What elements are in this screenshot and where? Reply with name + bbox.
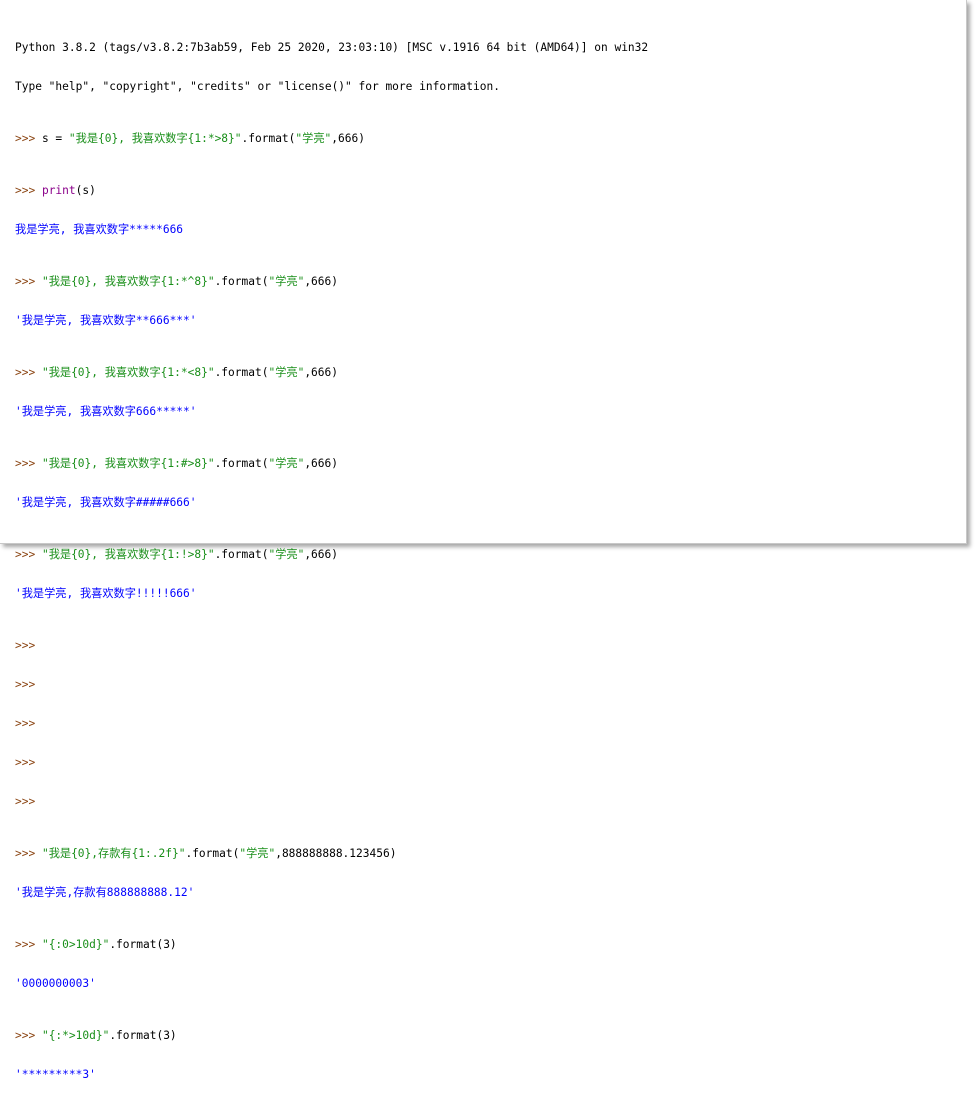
string-literal: "我是{0}, 我喜欢数字{1:*<8}" xyxy=(41,366,215,379)
input-line: >>> "我是{0},存款有{1:.2f}".format("学亮",88888… xyxy=(15,847,956,860)
string-literal: "{:*>10d}" xyxy=(41,1029,110,1042)
prompt: >>> xyxy=(15,366,42,379)
string-literal: "学亮" xyxy=(268,275,305,288)
code-text: s = xyxy=(41,132,69,145)
string-literal: "学亮" xyxy=(239,847,276,860)
output-line: '我是学亮, 我喜欢数字#####666' xyxy=(15,496,197,509)
code-text: (s) xyxy=(75,184,96,197)
banner-line-2: Type "help", "copyright", "credits" or "… xyxy=(15,80,500,93)
empty-prompt-line: >>> xyxy=(15,795,956,808)
code-text: .format( xyxy=(214,366,269,379)
string-literal: "{:0>10d}" xyxy=(41,938,110,951)
output-line: '我是学亮,存款有888888888.12' xyxy=(15,886,195,899)
prompt: >>> xyxy=(15,678,42,691)
prompt: >>> xyxy=(15,639,42,652)
code-text: ,666) xyxy=(304,366,338,379)
prompt: >>> xyxy=(15,132,42,145)
string-literal: "我是{0}, 我喜欢数字{1:#>8}" xyxy=(41,457,215,470)
prompt: >>> xyxy=(15,1029,42,1042)
code-text: .format( xyxy=(214,275,269,288)
code-text: ,666) xyxy=(304,457,338,470)
output-line: '我是学亮, 我喜欢数字!!!!!666' xyxy=(15,587,197,600)
empty-prompt-line: >>> xyxy=(15,639,956,652)
string-literal: "我是{0}, 我喜欢数字{1:*>8}" xyxy=(68,132,242,145)
builtin-keyword: print xyxy=(41,184,76,197)
output-line: 我是学亮, 我喜欢数字*****666 xyxy=(15,223,184,236)
code-text: .format(3) xyxy=(109,938,177,951)
string-literal: "学亮" xyxy=(295,132,332,145)
input-line: >>> print(s) xyxy=(15,184,956,197)
output-line: '0000000003' xyxy=(15,977,96,990)
prompt: >>> xyxy=(15,847,42,860)
input-line: >>> "{:0>10d}".format(3) xyxy=(15,938,956,951)
code-text: ,888888888.123456) xyxy=(275,847,397,860)
prompt: >>> xyxy=(15,184,42,197)
prompt: >>> xyxy=(15,938,42,951)
code-text: ,666) xyxy=(331,132,365,145)
input-line: >>> "我是{0}, 我喜欢数字{1:#>8}".format("学亮",66… xyxy=(15,457,956,470)
output-line: '我是学亮, 我喜欢数字666*****' xyxy=(15,405,197,418)
string-literal: "我是{0},存款有{1:.2f}" xyxy=(41,847,186,860)
string-literal: "学亮" xyxy=(268,457,305,470)
prompt: >>> xyxy=(15,795,42,808)
input-line: >>> "我是{0}, 我喜欢数字{1:*<8}".format("学亮",66… xyxy=(15,366,956,379)
prompt: >>> xyxy=(15,457,42,470)
prompt: >>> xyxy=(15,717,42,730)
banner-line-1: Python 3.8.2 (tags/v3.8.2:7b3ab59, Feb 2… xyxy=(15,41,649,54)
string-literal: "我是{0}, 我喜欢数字{1:*^8}" xyxy=(41,275,215,288)
code-text: .format( xyxy=(241,132,296,145)
input-line: >>> s = "我是{0}, 我喜欢数字{1:*>8}".format("学亮… xyxy=(15,132,956,145)
empty-prompt-line: >>> xyxy=(15,678,956,691)
string-literal: "学亮" xyxy=(268,366,305,379)
output-line: '*********3' xyxy=(15,1068,96,1081)
code-text: ,666) xyxy=(304,275,338,288)
empty-prompt-line: >>> xyxy=(15,717,956,730)
empty-prompt-line: >>> xyxy=(15,756,956,769)
code-text: .format( xyxy=(214,457,269,470)
output-line: '我是学亮, 我喜欢数字**666***' xyxy=(15,314,197,327)
idle-shell-window: Python 3.8.2 (tags/v3.8.2:7b3ab59, Feb 2… xyxy=(0,0,967,1081)
prompt: >>> xyxy=(15,756,42,769)
input-line: >>> "{:*>10d}".format(3) xyxy=(15,1029,956,1042)
prompt: >>> xyxy=(15,275,42,288)
code-text: .format( xyxy=(185,847,240,860)
code-text: .format(3) xyxy=(109,1029,177,1042)
input-line: >>> "我是{0}, 我喜欢数字{1:*^8}".format("学亮",66… xyxy=(15,275,956,288)
shell-console[interactable]: Python 3.8.2 (tags/v3.8.2:7b3ab59, Feb 2… xyxy=(15,15,956,1081)
